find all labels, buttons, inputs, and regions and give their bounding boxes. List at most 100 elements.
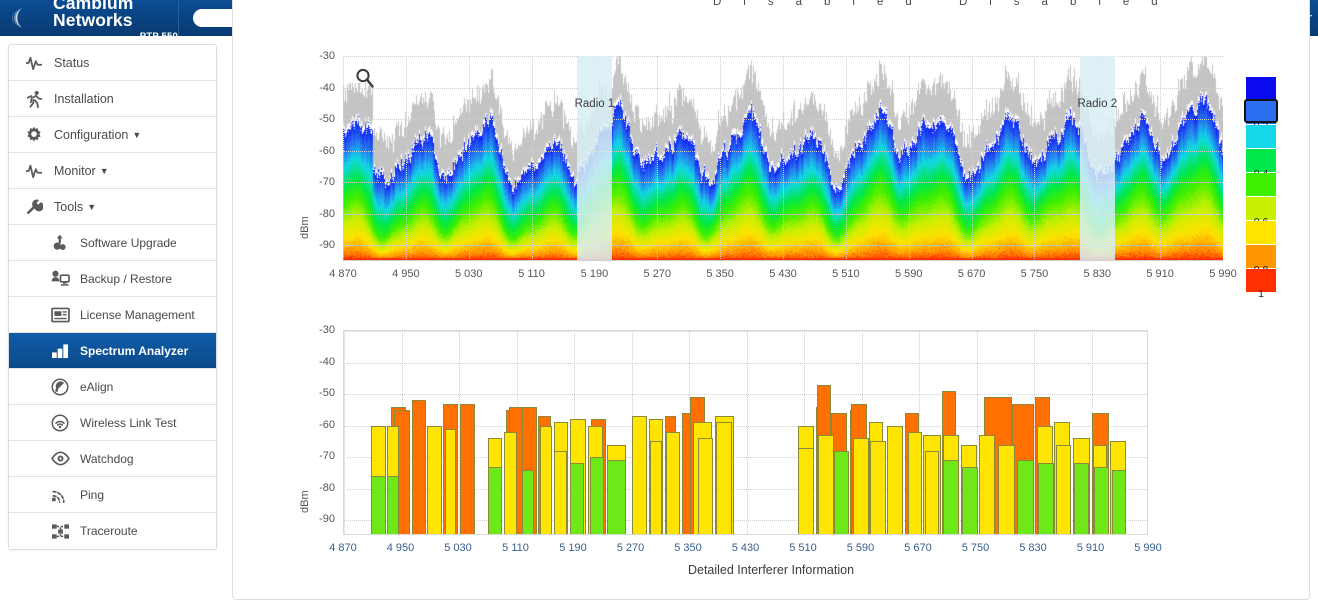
legend-color-cell[interactable]: 0.8	[1246, 245, 1276, 269]
x-tick-label: 4 870	[329, 542, 357, 554]
interferer-bar[interactable]	[590, 457, 604, 535]
sidebar-item-status[interactable]: Status	[9, 45, 216, 81]
gridline-v	[1160, 56, 1161, 261]
sidebar-item-software-upgrade[interactable]: Software Upgrade	[9, 225, 216, 261]
chevron-down-icon: ▼	[87, 202, 96, 212]
sidebar-item-traceroute[interactable]: Traceroute	[9, 513, 216, 549]
sidebar-item-license-management[interactable]: License Management	[9, 297, 216, 333]
sidebar-item-label: Spectrum Analyzer	[80, 344, 188, 358]
chart1-plot-area[interactable]	[343, 56, 1223, 261]
x-tick-label: 5 110	[518, 268, 545, 280]
chart2-ylabel: dBm	[299, 490, 311, 513]
y-tick-label: -50	[233, 387, 335, 399]
interferer-bar[interactable]	[834, 451, 848, 535]
interferer-bar[interactable]	[460, 404, 474, 535]
interferer-bar[interactable]	[979, 435, 995, 535]
interferer-bar[interactable]	[504, 432, 517, 535]
interferer-bar[interactable]	[1074, 463, 1088, 535]
upload-icon	[49, 234, 71, 252]
interferer-bar[interactable]	[925, 451, 939, 535]
legend-color-cell[interactable]	[1246, 77, 1276, 101]
sidebar-item-configuration[interactable]: Configuration▼	[9, 117, 216, 153]
interferer-bar[interactable]	[998, 445, 1015, 535]
interferer-bar[interactable]	[870, 441, 886, 535]
sidebar-item-label: Configuration	[54, 128, 128, 142]
interferer-bar[interactable]	[387, 476, 399, 535]
interferer-bar[interactable]	[716, 422, 732, 535]
magnifier-icon[interactable]	[353, 66, 377, 90]
interferer-bar[interactable]	[570, 463, 584, 535]
interferer-bar[interactable]	[853, 438, 869, 535]
sidebar-item-label: Wireless Link Test	[80, 416, 176, 430]
x-tick-label: 5 110	[502, 542, 529, 554]
x-tick-label: 5 830	[1084, 268, 1112, 280]
sidebar-item-watchdog[interactable]: Watchdog	[9, 441, 216, 477]
interferer-bar[interactable]	[798, 448, 814, 535]
interferer-bar[interactable]	[445, 429, 457, 535]
color-scale-legend[interactable]: 0.2 0.4 0.6 0.81	[1246, 77, 1276, 293]
interferer-bar[interactable]	[650, 441, 662, 535]
interferer-bar[interactable]	[698, 438, 714, 535]
brand: Cambium Networks PTP 550	[0, 0, 178, 41]
interferer-bar[interactable]	[607, 460, 626, 535]
backup-icon	[49, 270, 71, 287]
legend-color-cell[interactable]	[1246, 173, 1276, 197]
x-tick-label: 5 590	[847, 542, 875, 554]
interferer-bar[interactable]	[1017, 460, 1034, 535]
y-tick-label: -50	[233, 113, 335, 125]
interferer-bar[interactable]	[1094, 467, 1108, 535]
interferer-bar[interactable]	[1112, 470, 1126, 535]
legend-color-cell[interactable]: 0.4	[1246, 149, 1276, 173]
sidebar-item-ping[interactable]: Ping	[9, 477, 216, 513]
interferer-bar[interactable]	[1038, 463, 1054, 535]
sidebar-item-ealign[interactable]: eAlign	[9, 369, 216, 405]
legend-color-cell[interactable]: 0.2	[1246, 101, 1276, 125]
interferer-bar[interactable]	[943, 460, 959, 535]
x-tick-label: 4 950	[387, 542, 415, 554]
interferer-bar[interactable]	[522, 470, 534, 535]
legend-color-cell[interactable]	[1246, 125, 1276, 149]
interferer-bar[interactable]	[632, 416, 648, 535]
header-divider-1	[178, 1, 179, 35]
interferer-bar[interactable]	[818, 435, 834, 535]
sidebar-item-backup-restore[interactable]: Backup / Restore	[9, 261, 216, 297]
y-tick-label: -90	[233, 513, 335, 525]
interferer-bar[interactable]	[412, 400, 426, 535]
interferer-bar[interactable]	[962, 467, 978, 535]
x-tick-label: 5 910	[1146, 268, 1174, 280]
sidebar-item-wireless-link-test[interactable]: Wireless Link Test	[9, 405, 216, 441]
legend-color-cell[interactable]	[1246, 221, 1276, 245]
interferer-bar[interactable]	[908, 432, 922, 535]
cutoff-status-row: Disabled Disabled	[713, 0, 1180, 8]
x-tick-label: 5 590	[895, 268, 923, 280]
interferer-bar[interactable]	[427, 426, 441, 535]
spectrum-waterfall-chart[interactable]: dBm -30-40-50-60-70-80-90 4 8704 9505 03…	[233, 44, 1310, 309]
pulse-icon	[23, 163, 45, 179]
detailed-interferer-chart[interactable]: dBm -30-40-50-60-70-80-90 4 8704 9505 03…	[233, 318, 1310, 558]
gridline-v	[720, 56, 721, 261]
brand-text: Cambium Networks PTP 550	[53, 0, 178, 41]
sidebar-item-label: eAlign	[80, 380, 113, 394]
sidebar-item-monitor[interactable]: Monitor▼	[9, 153, 216, 189]
sidebar-item-installation[interactable]: Installation	[9, 81, 216, 117]
interferer-bar[interactable]	[554, 451, 567, 535]
interferer-bar[interactable]	[666, 432, 680, 535]
interferer-bar[interactable]	[488, 467, 502, 535]
radio-band	[577, 56, 612, 261]
interferer-bar[interactable]	[887, 426, 903, 535]
x-tick-label: 4 870	[329, 268, 357, 280]
x-tick-label: 5 750	[1021, 268, 1049, 280]
interferer-bar[interactable]	[540, 426, 553, 535]
sidebar-item-spectrum-analyzer[interactable]: Spectrum Analyzer	[9, 333, 216, 369]
sidebar-item-label: License Management	[80, 308, 195, 322]
interferer-bar[interactable]	[1056, 445, 1072, 535]
chart1-ylabel: dBm	[299, 216, 311, 239]
interferer-bar[interactable]	[371, 476, 385, 535]
sidebar-item-tools[interactable]: Tools▼	[9, 189, 216, 225]
legend-color-cell[interactable]: 0.6	[1246, 197, 1276, 221]
legend-color-cell[interactable]: 1	[1246, 269, 1276, 293]
chart2-plot-area[interactable]	[343, 330, 1148, 535]
gridline-v	[343, 56, 344, 261]
y-tick-label: -30	[233, 324, 335, 336]
gridline-v	[909, 56, 910, 261]
